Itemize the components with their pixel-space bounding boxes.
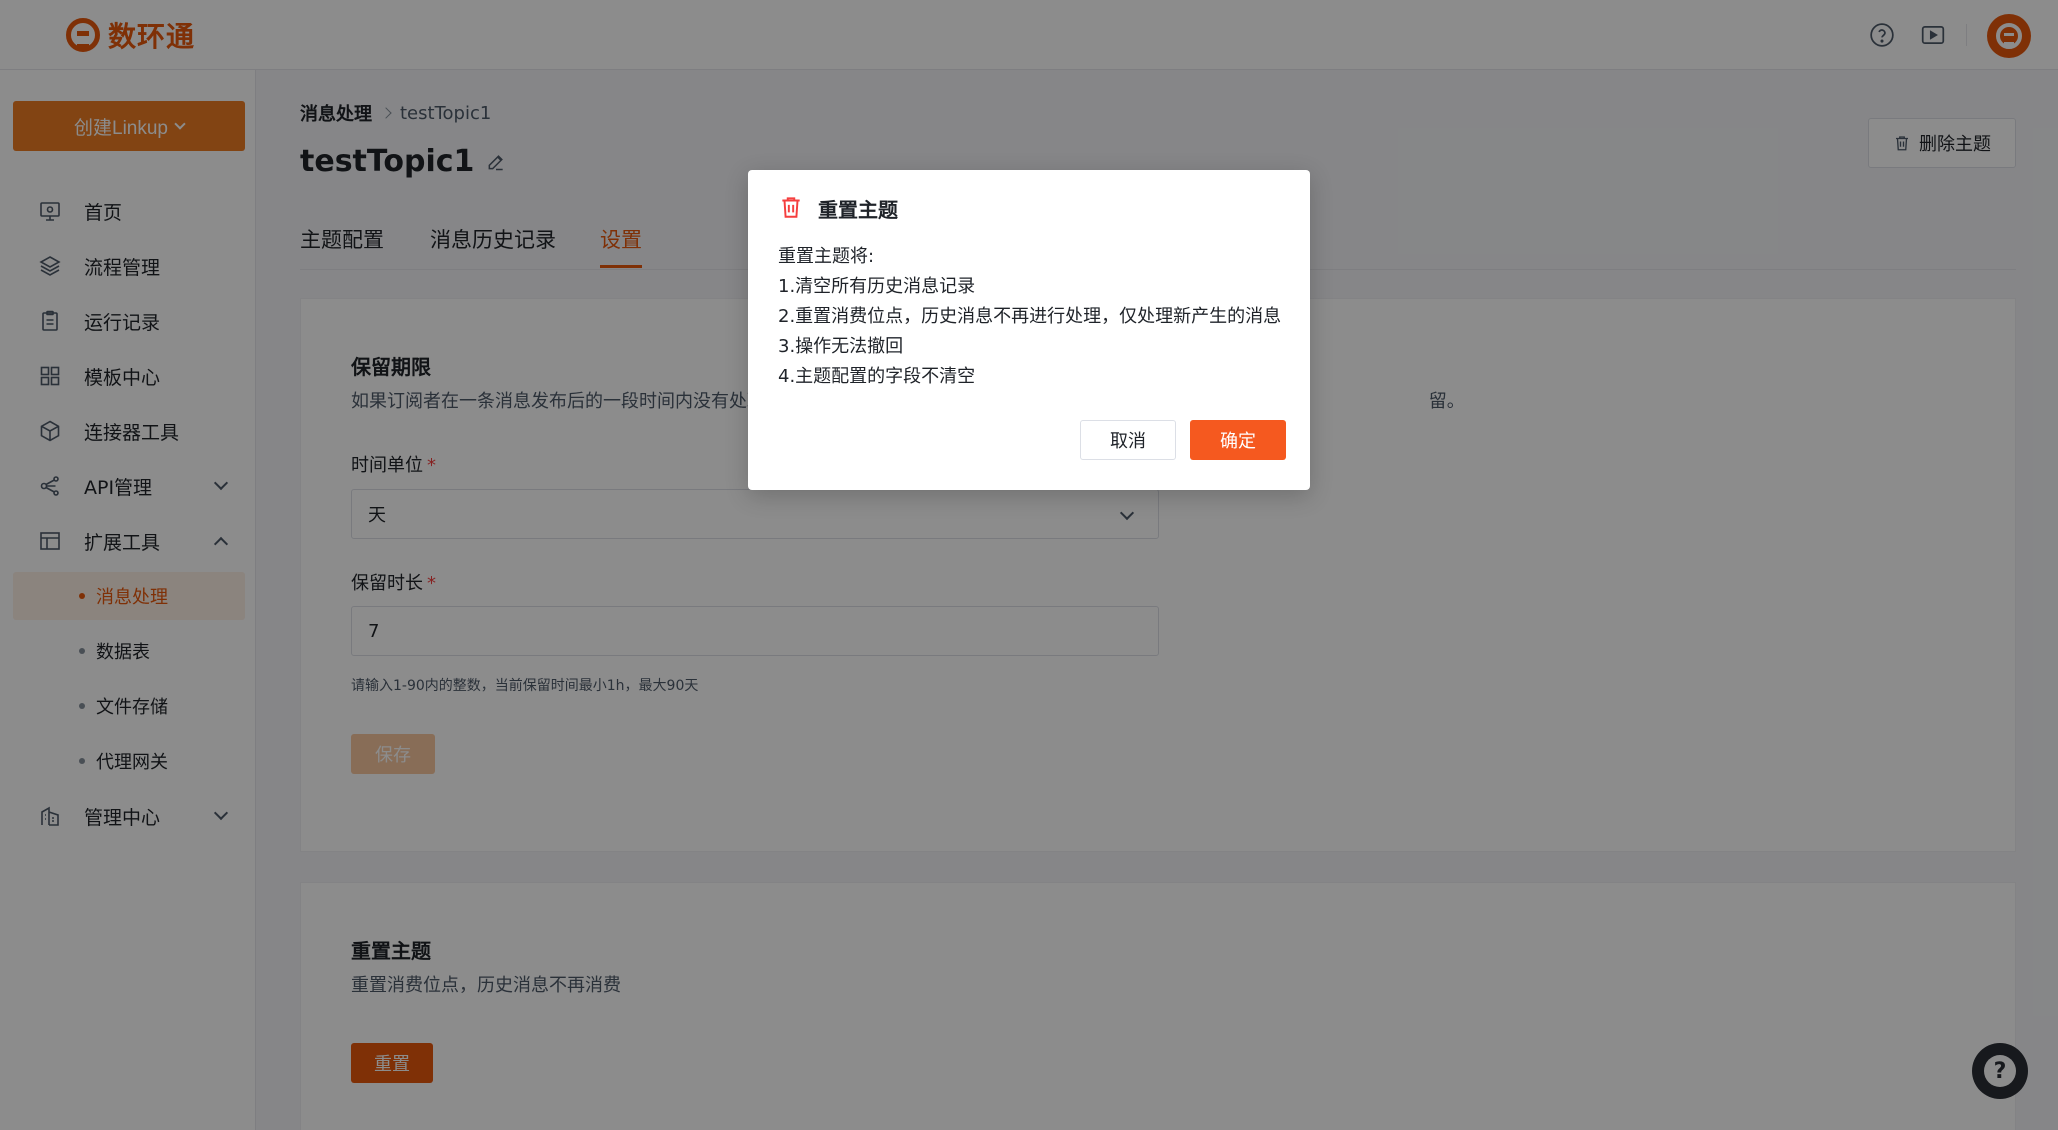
- confirm-button[interactable]: 确定: [1190, 420, 1286, 460]
- dialog-intro: 重置主题将:: [778, 246, 875, 267]
- trash-icon: [782, 197, 800, 218]
- dialog-line: 1.清空所有历史消息记录: [778, 276, 976, 297]
- cancel-button[interactable]: 取消: [1080, 420, 1176, 460]
- reset-topic-dialog: 重置主题 重置主题将: 1.清空所有历史消息记录 2.重置消费位点，历史消息不再…: [748, 170, 1310, 490]
- dialog-title: 重置主题: [818, 198, 898, 222]
- dialog-line: 3.操作无法撤回: [778, 336, 904, 357]
- dialog-body: 重置主题将: 1.清空所有历史消息记录 2.重置消费位点，历史消息不再进行处理，…: [778, 242, 1281, 392]
- dialog-line: 4.主题配置的字段不清空: [778, 366, 976, 387]
- dialog-line: 2.重置消费位点，历史消息不再进行处理，仅处理新产生的消息: [778, 306, 1282, 327]
